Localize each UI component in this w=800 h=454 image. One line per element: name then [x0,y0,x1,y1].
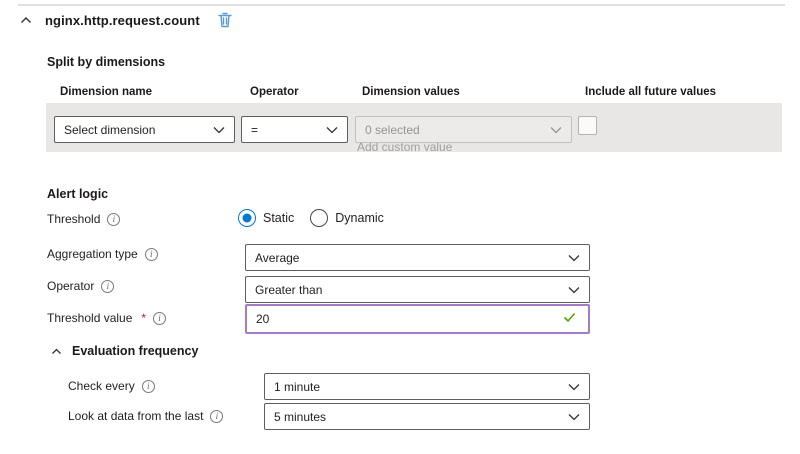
alert-condition-panel: nginx.http.request.count Split by dimens… [0,0,800,454]
threshold-label: Threshold [47,212,100,226]
info-icon[interactable] [142,380,155,393]
info-icon[interactable] [101,280,114,293]
threshold-radio-group: Static Dynamic [238,209,384,227]
metric-condition-header: nginx.http.request.count [20,12,232,28]
check-every-dropdown-value: 1 minute [274,380,320,394]
info-icon[interactable] [107,213,120,226]
threshold-value-input[interactable] [245,304,590,334]
radio-option-static[interactable]: Static [238,209,294,227]
radio-static-label: Static [263,211,294,225]
column-header-include-all-future-values: Include all future values [585,86,716,98]
chevron-down-icon [568,286,580,294]
chevron-down-icon [213,126,225,134]
column-header-dimension-name: Dimension name [60,86,152,98]
radio-option-dynamic[interactable]: Dynamic [310,209,384,227]
lookback-dropdown[interactable]: 5 minutes [264,403,590,430]
chevron-up-icon[interactable] [51,347,62,356]
threshold-label-row: Threshold [47,212,120,226]
chevron-up-icon[interactable] [20,15,32,25]
dimension-operator-dropdown-value: = [251,123,258,137]
lookback-label-row: Look at data from the last [68,409,223,423]
operator-dropdown-value: Greater than [255,283,322,297]
alert-logic-title: Alert logic [47,187,108,201]
chevron-down-icon [326,126,338,134]
check-every-label-row: Check every [68,379,155,393]
info-icon[interactable] [210,410,223,423]
aggregation-type-label: Aggregation type [47,247,138,261]
info-icon[interactable] [153,312,166,325]
check-every-label: Check every [68,379,135,393]
aggregation-type-dropdown[interactable]: Average [245,244,590,271]
radio-dynamic-label: Dynamic [335,211,384,225]
metric-title: nginx.http.request.count [45,13,200,28]
evaluation-frequency-title: Evaluation frequency [72,344,198,358]
dimension-name-dropdown[interactable]: Select dimension [54,116,235,143]
threshold-value-label: Threshold value [47,311,132,325]
column-header-dimension-values: Dimension values [362,86,460,98]
include-all-future-values-checkbox[interactable] [578,116,597,135]
aggregation-type-label-row: Aggregation type [47,247,158,261]
radio-unselected-icon [310,209,328,227]
operator-label-row: Operator [47,279,114,293]
add-custom-value-link[interactable]: Add custom value [357,140,452,154]
chevron-down-icon [568,383,580,391]
operator-label: Operator [47,279,94,293]
lookback-label: Look at data from the last [68,409,203,423]
dimension-values-dropdown-value: 0 selected [365,123,420,137]
checkmark-icon [563,312,576,323]
dimension-operator-dropdown[interactable]: = [241,116,348,143]
lookback-dropdown-value: 5 minutes [274,410,326,424]
split-by-dimensions-title: Split by dimensions [47,55,165,69]
chevron-down-icon [568,413,580,421]
chevron-down-icon [568,254,580,262]
aggregation-type-dropdown-value: Average [255,251,299,265]
threshold-value-label-row: Threshold value * [47,311,166,325]
chevron-down-icon [550,126,562,134]
trash-icon[interactable] [218,12,232,28]
dimension-values-dropdown[interactable]: 0 selected [355,116,572,143]
required-asterisk: * [141,311,146,325]
info-icon[interactable] [145,248,158,261]
dimension-name-dropdown-value: Select dimension [64,123,155,137]
operator-dropdown[interactable]: Greater than [245,276,590,303]
check-every-dropdown[interactable]: 1 minute [264,373,590,400]
top-divider [18,4,785,6]
radio-selected-icon [238,209,256,227]
column-header-operator: Operator [250,86,299,98]
